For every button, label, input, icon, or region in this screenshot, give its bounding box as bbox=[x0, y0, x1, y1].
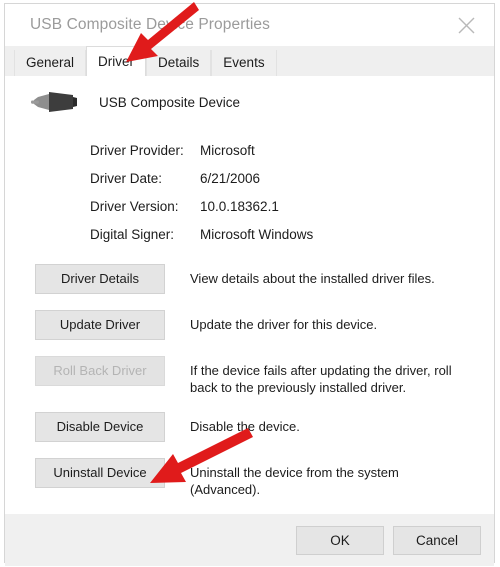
driver-details-description: View details about the installed driver … bbox=[190, 271, 435, 286]
window-title: USB Composite Device Properties bbox=[30, 16, 270, 33]
usb-connector-icon bbox=[27, 85, 81, 119]
digital-signer-value: Microsoft Windows bbox=[200, 226, 314, 242]
driver-version-label: Driver Version: bbox=[90, 198, 179, 214]
uninstall-device-description: Uninstall the device from the system (Ad… bbox=[190, 465, 399, 497]
cancel-button[interactable]: Cancel bbox=[393, 525, 481, 555]
update-driver-row: Update Driver Update the driver for this… bbox=[5, 310, 494, 340]
update-driver-description: Update the driver for this device. bbox=[190, 317, 378, 332]
uninstall-device-row: Uninstall Device Uninstall the device fr… bbox=[5, 458, 494, 498]
tab-driver[interactable]: Driver bbox=[86, 46, 147, 76]
device-name: USB Composite Device bbox=[99, 94, 241, 110]
device-properties-window: USB Composite Device Properties General … bbox=[4, 3, 495, 566]
tab-events[interactable]: Events bbox=[211, 50, 277, 76]
driver-actions: Driver Details View details about the in… bbox=[5, 264, 494, 498]
tab-strip: General Driver Details Events bbox=[5, 46, 494, 76]
disable-device-button[interactable]: Disable Device bbox=[35, 412, 165, 442]
tab-general[interactable]: General bbox=[14, 50, 87, 76]
driver-date-label: Driver Date: bbox=[90, 170, 163, 186]
update-driver-button[interactable]: Update Driver bbox=[35, 310, 165, 340]
uninstall-device-button[interactable]: Uninstall Device bbox=[35, 458, 165, 488]
window-title-bar: USB Composite Device Properties bbox=[5, 4, 494, 46]
digital-signer-row: Digital Signer: Microsoft Windows bbox=[90, 220, 494, 248]
roll-back-driver-button: Roll Back Driver bbox=[35, 356, 165, 386]
disable-device-row: Disable Device Disable the device. bbox=[5, 412, 494, 442]
driver-date-row: Driver Date: 6/21/2006 bbox=[90, 164, 494, 192]
driver-date-value: 6/21/2006 bbox=[200, 170, 261, 186]
driver-provider-value: Microsoft bbox=[200, 142, 255, 158]
close-icon[interactable] bbox=[444, 4, 488, 46]
driver-version-row: Driver Version: 10.0.18362.1 bbox=[90, 192, 494, 220]
driver-details-row: Driver Details View details about the in… bbox=[5, 264, 494, 294]
device-header: USB Composite Device bbox=[5, 76, 494, 119]
roll-back-driver-description: If the device fails after updating the d… bbox=[190, 363, 452, 395]
digital-signer-label: Digital Signer: bbox=[90, 226, 175, 242]
driver-provider-label: Driver Provider: bbox=[90, 142, 184, 158]
roll-back-driver-row: Roll Back Driver If the device fails aft… bbox=[5, 356, 494, 396]
driver-provider-row: Driver Provider: Microsoft bbox=[90, 136, 494, 164]
driver-tab-panel: USB Composite Device Driver Provider: Mi… bbox=[5, 76, 494, 514]
tab-details[interactable]: Details bbox=[146, 50, 212, 76]
driver-info-table: Driver Provider: Microsoft Driver Date: … bbox=[5, 136, 494, 248]
driver-version-value: 10.0.18362.1 bbox=[200, 198, 279, 214]
ok-button[interactable]: OK bbox=[296, 525, 384, 555]
driver-details-button[interactable]: Driver Details bbox=[35, 264, 165, 294]
disable-device-description: Disable the device. bbox=[190, 419, 300, 434]
dialog-footer: OK Cancel bbox=[5, 514, 494, 566]
